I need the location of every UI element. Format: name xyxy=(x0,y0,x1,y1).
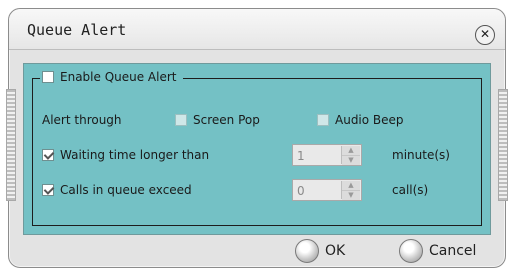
calls-in-queue-label: Calls in queue exceed xyxy=(60,183,192,197)
calls-in-queue-option[interactable]: Calls in queue exceed xyxy=(42,183,192,197)
calls-in-queue-checkbox[interactable] xyxy=(42,184,54,196)
calls-in-queue-unit: call(s) xyxy=(392,183,429,197)
ok-orb-icon xyxy=(295,239,319,263)
enable-queue-alert-label: Enable Queue Alert xyxy=(60,70,177,84)
screen-pop-option[interactable]: Screen Pop xyxy=(175,113,260,127)
calls-in-queue-spin-buttons[interactable]: ▲ ▼ xyxy=(341,181,360,200)
ok-button[interactable]: OK xyxy=(295,239,345,263)
spin-up-icon[interactable]: ▲ xyxy=(342,146,360,156)
audio-beep-label: Audio Beep xyxy=(335,113,404,127)
right-resize-grip[interactable] xyxy=(498,89,508,201)
alert-through-label: Alert through xyxy=(42,113,122,127)
enable-queue-alert-option[interactable]: Enable Queue Alert xyxy=(40,70,183,84)
spin-up-icon[interactable]: ▲ xyxy=(342,181,360,191)
calls-in-queue-stepper[interactable]: 0 ▲ ▼ xyxy=(292,179,362,201)
dialog-title: Queue Alert xyxy=(27,21,127,39)
calls-in-queue-value: 0 xyxy=(297,184,305,198)
cancel-button[interactable]: Cancel xyxy=(399,239,476,263)
audio-beep-checkbox[interactable] xyxy=(317,114,329,126)
enable-queue-alert-checkbox[interactable] xyxy=(42,71,54,83)
title-bar: Queue Alert ✕ xyxy=(9,9,505,50)
waiting-time-label: Waiting time longer than xyxy=(60,148,210,162)
spin-down-icon[interactable]: ▼ xyxy=(342,156,360,165)
alert-through-row: Alert through xyxy=(42,113,122,127)
waiting-time-checkbox[interactable] xyxy=(42,149,54,161)
queue-alert-dialog: Queue Alert ✕ Enable Queue Alert Alert t… xyxy=(6,8,508,268)
settings-panel: Enable Queue Alert Alert through Screen … xyxy=(23,63,491,235)
cancel-orb-icon xyxy=(399,239,423,263)
waiting-time-option[interactable]: Waiting time longer than xyxy=(42,148,209,162)
left-resize-grip[interactable] xyxy=(6,89,16,201)
waiting-time-value: 1 xyxy=(297,149,305,163)
screen-pop-label: Screen Pop xyxy=(193,113,260,127)
waiting-time-stepper[interactable]: 1 ▲ ▼ xyxy=(292,144,362,166)
close-icon[interactable]: ✕ xyxy=(475,25,495,45)
audio-beep-option[interactable]: Audio Beep xyxy=(317,113,404,127)
ok-button-label: OK xyxy=(325,243,346,259)
spin-down-icon[interactable]: ▼ xyxy=(342,191,360,200)
screen-pop-checkbox[interactable] xyxy=(175,114,187,126)
waiting-time-unit: minute(s) xyxy=(392,148,450,162)
waiting-time-spin-buttons[interactable]: ▲ ▼ xyxy=(341,146,360,165)
cancel-button-label: Cancel xyxy=(429,243,477,259)
